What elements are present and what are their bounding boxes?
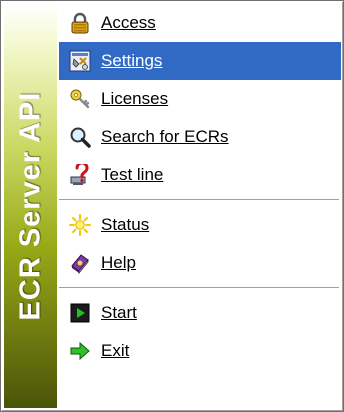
menu-item-label: Settings bbox=[101, 51, 163, 70]
menu-item-test-line[interactable]: Test line bbox=[59, 156, 341, 194]
magnifier-icon bbox=[69, 126, 91, 148]
exit-arrow-icon bbox=[69, 340, 91, 362]
menu-item-label: Exit bbox=[101, 341, 130, 360]
play-icon bbox=[69, 302, 91, 324]
menu-item-label: Start bbox=[101, 303, 137, 322]
menu-item-label: Status bbox=[101, 215, 150, 234]
menu-item-start[interactable]: Start bbox=[59, 294, 341, 332]
menu-item-settings[interactable]: Settings bbox=[59, 42, 341, 80]
menu-item-access[interactable]: Access bbox=[59, 4, 341, 42]
menu-separator bbox=[59, 287, 339, 289]
menu-item-label: Licenses bbox=[101, 89, 169, 108]
menu-item-label: Access bbox=[101, 13, 156, 32]
menu-sidebar-banner: ECR Server API bbox=[4, 4, 57, 408]
menu-item-label: Help bbox=[101, 253, 136, 272]
menu-item-exit[interactable]: Exit bbox=[59, 332, 341, 370]
menu-item-search-ecrs[interactable]: Search for ECRs bbox=[59, 118, 341, 156]
menu-item-label: Search for ECRs bbox=[101, 127, 229, 146]
key-icon bbox=[69, 88, 91, 110]
menu-separator bbox=[59, 199, 339, 201]
sun-icon bbox=[69, 214, 91, 236]
menu-item-label: Test line bbox=[101, 165, 164, 184]
menu-items: Access Settings Licenses Search for ECRs… bbox=[59, 4, 341, 370]
help-book-icon bbox=[69, 252, 91, 274]
lock-icon bbox=[69, 12, 91, 34]
menu-item-status[interactable]: Status bbox=[59, 206, 341, 244]
sidebar-title: ECR Server API bbox=[14, 91, 46, 321]
context-menu: ECR Server API Access Settings Licenses … bbox=[0, 0, 344, 412]
network-question-icon bbox=[69, 164, 91, 186]
menu-item-help[interactable]: Help bbox=[59, 244, 341, 282]
menu-item-licenses[interactable]: Licenses bbox=[59, 80, 341, 118]
settings-icon bbox=[69, 50, 91, 72]
